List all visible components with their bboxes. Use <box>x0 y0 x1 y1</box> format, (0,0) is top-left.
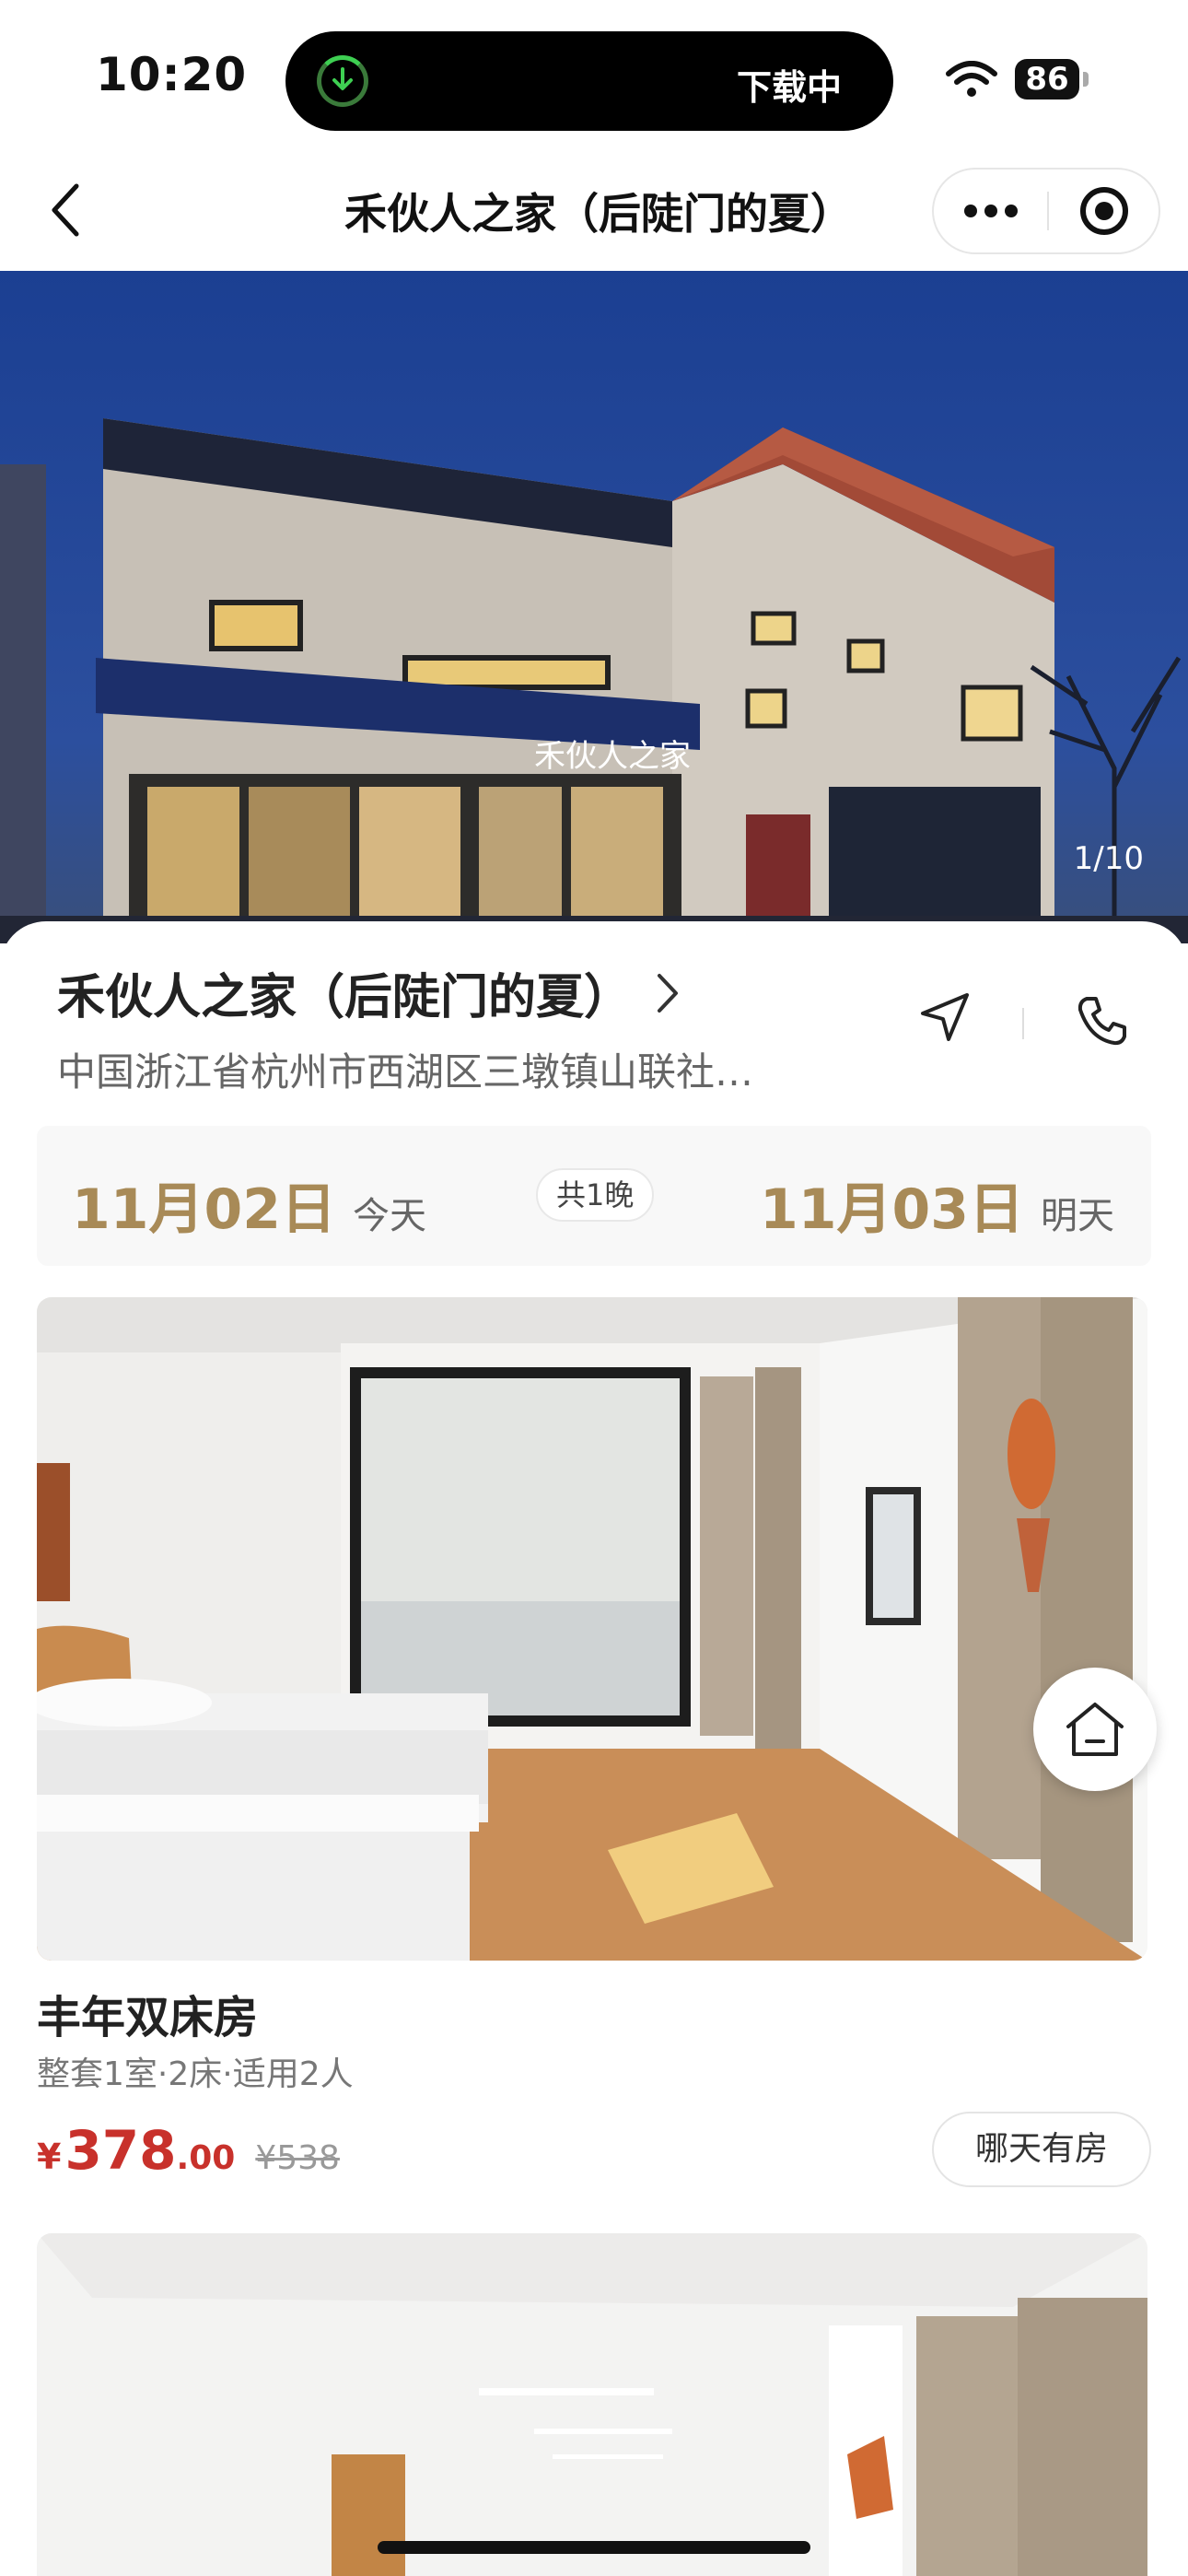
page-title: 禾伙人之家（后陡门的夏） <box>344 189 853 239</box>
navigation-arrow-icon <box>921 993 969 1041</box>
close-mini-program-button[interactable] <box>1048 170 1160 252</box>
phone-button[interactable] <box>1068 988 1135 1054</box>
room-photo-2[interactable] <box>37 2233 1147 2576</box>
checkin-date: 11月02日 今天 <box>72 1165 426 1245</box>
page-root: 10:20 下载中 86 禾伙人之家（后陡门的夏） 禾伙人之家 1/10 禾伙人… <box>0 0 1188 2576</box>
room-description: 整套1室·2床·适用2人 <box>37 2055 354 2093</box>
info-divider <box>1022 1008 1024 1039</box>
chevron-left-icon <box>52 183 79 237</box>
checkout-date: 11月03日 明天 <box>760 1165 1114 1245</box>
photo-counter: 1/10 <box>1073 840 1144 877</box>
home-indicator[interactable] <box>378 2541 810 2554</box>
hotel-address: 中国浙江省杭州市西湖区三墩镇山联社… <box>57 1049 754 1095</box>
hotel-name: 禾伙人之家（后陡门的夏） <box>57 970 633 1025</box>
availability-button[interactable]: 哪天有房 <box>932 2112 1151 2187</box>
dynamic-island: 下载中 <box>285 31 893 131</box>
battery-tip <box>1083 72 1089 87</box>
download-progress-icon <box>317 55 368 107</box>
price-currency: ¥ <box>37 2137 62 2177</box>
checkout-date-value: 11月03日 <box>760 1177 1024 1242</box>
building-sign-text: 禾伙人之家 <box>534 738 691 775</box>
price-decimal: .00 <box>176 2139 236 2177</box>
phone-icon <box>1077 997 1126 1046</box>
battery-indicator: 86 <box>1015 59 1079 100</box>
hotel-name-link[interactable]: 禾伙人之家（后陡门的夏） <box>57 958 680 1027</box>
more-button[interactable] <box>934 170 1048 252</box>
room-interior-photo <box>37 1297 1147 1961</box>
mini-program-capsule <box>932 168 1160 254</box>
back-button[interactable] <box>37 175 92 245</box>
room-price: ¥ 378 .00 ¥538 <box>37 2119 340 2182</box>
checkin-date-value: 11月02日 <box>72 1177 336 1242</box>
navigation-button[interactable] <box>912 984 978 1050</box>
original-price: ¥538 <box>255 2139 340 2177</box>
room-name: 丰年双床房 <box>37 1992 259 2043</box>
home-button[interactable] <box>1033 1668 1157 1791</box>
room-photo[interactable] <box>37 1297 1147 1961</box>
wifi-icon <box>945 61 998 103</box>
target-circle-icon <box>1080 187 1128 235</box>
home-icon <box>1066 1703 1124 1756</box>
hotel-exterior-photo: 禾伙人之家 <box>0 271 1188 943</box>
status-time: 10:20 <box>96 48 248 101</box>
price-integer: 378 <box>64 2119 177 2182</box>
checkin-day-label: 今天 <box>353 1195 426 1237</box>
download-status-label: 下载中 <box>736 67 842 108</box>
more-dots-icon <box>964 205 1018 217</box>
date-selector[interactable]: 11月02日 今天 共1晚 11月03日 明天 <box>37 1126 1151 1266</box>
chevron-right-icon <box>658 973 679 1013</box>
nights-badge: 共1晚 <box>536 1168 655 1222</box>
checkout-day-label: 明天 <box>1041 1195 1114 1237</box>
hotel-photo-carousel[interactable]: 禾伙人之家 <box>0 271 1188 943</box>
room-interior-photo-2 <box>37 2233 1147 2576</box>
